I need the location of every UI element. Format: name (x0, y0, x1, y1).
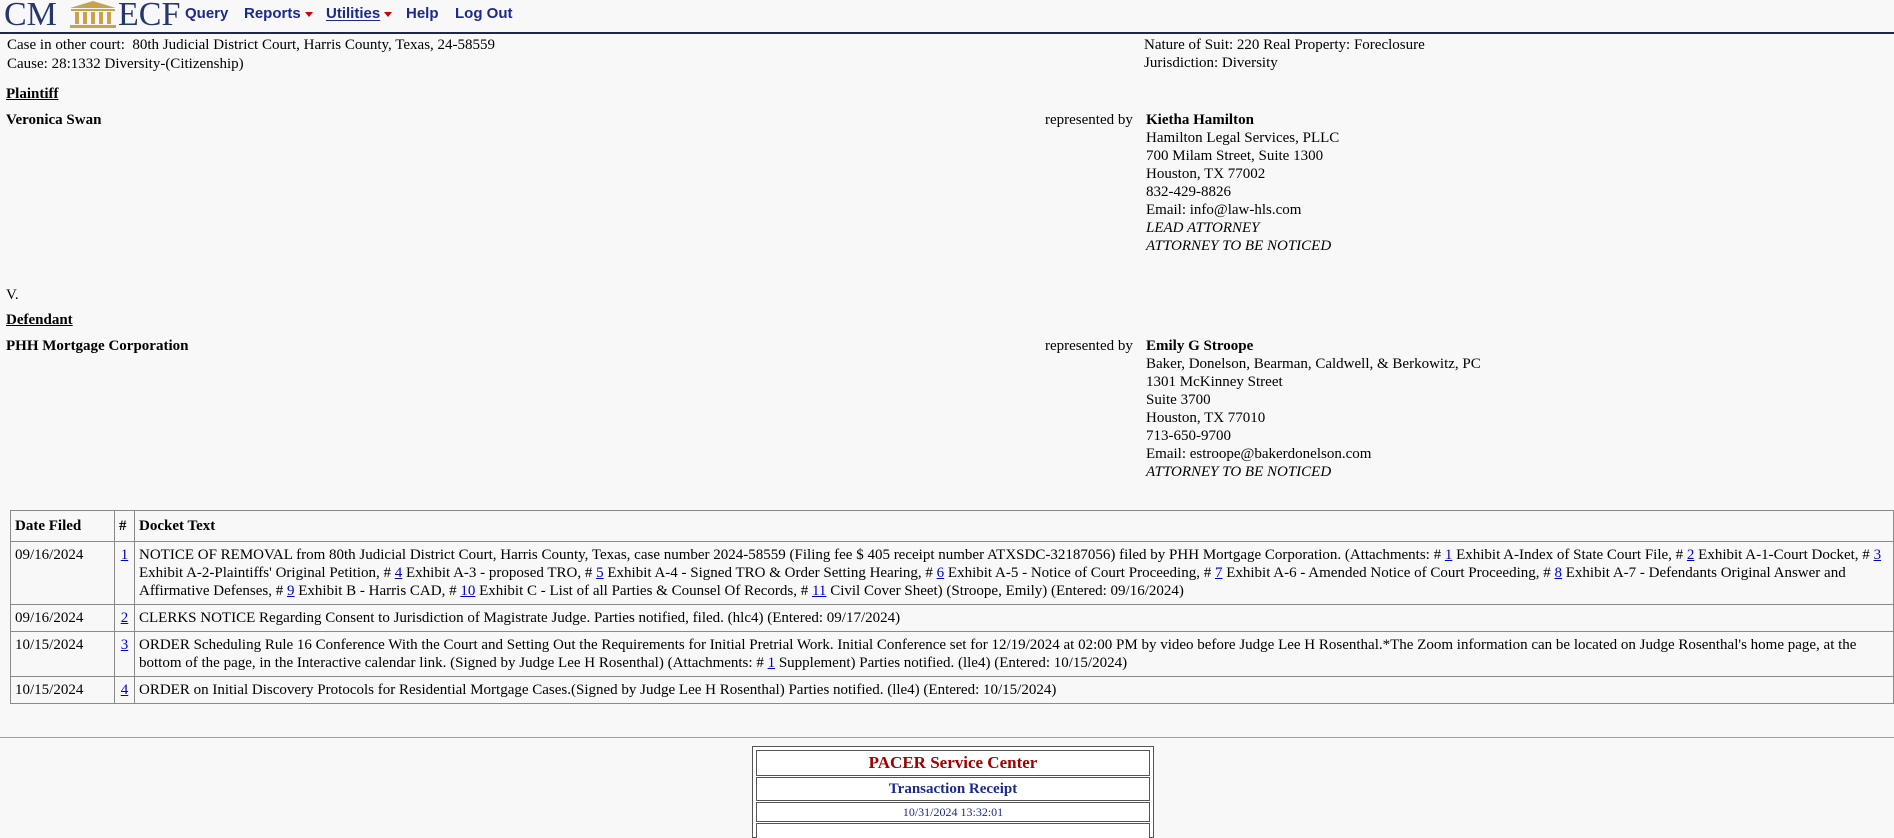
docket-text-segment: Exhibit A-1-Court Docket, # (1694, 547, 1874, 563)
menu-utilities[interactable]: Utilities (326, 5, 393, 23)
logo-text-cm: CM (4, 0, 57, 33)
receipt-timestamp: 10/31/2024 13:32:01 (756, 802, 1150, 822)
docket-number-cell: 1 (114, 541, 135, 605)
defendant-represented-by: represented by (1045, 338, 1133, 354)
docket-text-segment: Civil Cover Sheet) (Stroope, Emily) (Ent… (826, 583, 1184, 599)
docket-text: NOTICE OF REMOVAL from 80th Judicial Dis… (134, 541, 1894, 605)
attachment-link[interactable]: 8 (1555, 565, 1563, 581)
attachment-link[interactable]: 10 (460, 583, 475, 599)
defendant-name: PHH Mortgage Corporation (6, 338, 189, 354)
docket-table: Date Filed # Docket Text 09/16/2024 1 NOTI… (10, 510, 1894, 704)
courthouse-column-icon (70, 1, 116, 28)
dropdown-caret-icon (384, 11, 393, 17)
horizontal-rule (0, 737, 1894, 738)
nature-of-suit: Nature of Suit: 220 Real Property: Forec… (1144, 37, 1425, 53)
receipt-row (756, 823, 1150, 838)
attorney-line: Houston, TX 77010 (1146, 410, 1266, 426)
attorney-line: 713-650-9700 (1146, 428, 1231, 444)
attachment-link[interactable]: 9 (287, 583, 295, 599)
attorney-line: 1301 McKinney Street (1146, 374, 1283, 390)
docket-text-segment: CLERKS NOTICE Regarding Consent to Juris… (139, 610, 901, 626)
docket-text-segment: Exhibit A-5 - Notice of Court Proceeding… (944, 565, 1215, 581)
docket-date: 09/16/2024 (10, 604, 115, 632)
header-date-filed: Date Filed (10, 510, 115, 542)
case-cause: Cause: 28:1332 Diversity-(Citizenship) (7, 56, 244, 72)
attachment-link[interactable]: 3 (1874, 547, 1882, 563)
docket-number-cell: 2 (114, 604, 135, 632)
attorney-line: Baker, Donelson, Bearman, Caldwell, & Be… (1146, 356, 1481, 372)
docket-row: 10/15/2024 4 ORDER on Initial Discovery Pr… (10, 676, 1894, 704)
defendant-attorney-block: Emily G Stroope Baker, Donelson, Bearman… (1146, 337, 1481, 481)
docket-entry-link[interactable]: 1 (121, 547, 129, 563)
docket-row: 10/15/2024 3 ORDER Scheduling Rule 16 Conf… (10, 631, 1894, 677)
case-other-court: Case in other court: 80th Judicial Distr… (7, 36, 495, 54)
docket-text-segment: Exhibit A-2-Plaintiffs' Original Petitio… (139, 565, 395, 581)
receipt-subtitle: Transaction Receipt (756, 777, 1150, 801)
menu-query[interactable]: Query (185, 5, 228, 23)
attorney-line: Houston, TX 77002 (1146, 166, 1266, 182)
docket-row: 09/16/2024 1 NOTICE OF REMOVAL from 80th J… (10, 541, 1894, 605)
docket-text: ORDER Scheduling Rule 16 Conference With… (134, 631, 1894, 677)
defendant-attorney-name: Emily G Stroope (1146, 338, 1254, 354)
menu-utilities-label: Utilities (326, 5, 381, 22)
jurisdiction: Jurisdiction: Diversity (1144, 55, 1278, 71)
docket-entry-link[interactable]: 3 (121, 637, 129, 653)
plaintiff-attorney-name: Kietha Hamilton (1146, 112, 1254, 128)
attorney-email: Email: info@law-hls.com (1146, 202, 1302, 218)
docket-entry-link[interactable]: 2 (121, 610, 129, 626)
menu-reports[interactable]: Reports (244, 5, 313, 23)
attorney-line: Hamilton Legal Services, PLLC (1146, 130, 1340, 146)
docket-text-segment: Exhibit C - List of all Parties & Counse… (475, 583, 812, 599)
docket-date: 10/15/2024 (10, 676, 115, 704)
other-court-value: 80th Judicial District Court, Harris Cou… (132, 37, 496, 53)
attachment-link[interactable]: 5 (596, 565, 604, 581)
dropdown-caret-icon (304, 11, 313, 17)
other-court-label: Case in other court: (7, 37, 125, 53)
attachment-link[interactable]: 11 (812, 583, 826, 599)
attorney-line: Suite 3700 (1146, 392, 1211, 408)
docket-text: ORDER on Initial Discovery Protocols for… (134, 676, 1894, 704)
docket-number-cell: 4 (114, 676, 135, 704)
menu-help[interactable]: Help (406, 5, 439, 23)
docket-body: 09/16/2024 1 NOTICE OF REMOVAL from 80th J… (10, 541, 1894, 704)
attorney-line: 832-429-8826 (1146, 184, 1231, 200)
docket-text-segment: Exhibit A-3 - proposed TRO, # (402, 565, 597, 581)
docket-header-row: Date Filed # Docket Text (10, 510, 1894, 542)
menu-reports-label: Reports (244, 5, 301, 22)
attorney-line: 700 Milam Street, Suite 1300 (1146, 148, 1324, 164)
docket-text-segment: Supplement) Parties notified. (lle4) (En… (775, 655, 1128, 671)
docket-text-segment: ORDER on Initial Discovery Protocols for… (139, 682, 1057, 698)
attorney-email: Email: estroope@bakerdonelson.com (1146, 446, 1372, 462)
docket-text-segment: Exhibit A-4 - Signed TRO & Order Setting… (603, 565, 937, 581)
docket-text: CLERKS NOTICE Regarding Consent to Juris… (134, 604, 1894, 632)
pacer-receipt: PACER Service Center Transaction Receipt… (752, 746, 1154, 838)
logo-text-ecf: ECF (118, 0, 181, 33)
plaintiff-heading: Plaintiff (6, 86, 59, 102)
defendant-heading: Defendant (6, 312, 73, 328)
docket-number-cell: 3 (114, 631, 135, 677)
attorney-note: ATTORNEY TO BE NOTICED (1146, 464, 1332, 480)
docket-text-segment: NOTICE OF REMOVAL from 80th Judicial Dis… (139, 547, 1445, 563)
docket-date: 10/15/2024 (10, 631, 115, 677)
header-number: # (114, 510, 135, 542)
docket-text-segment: Exhibit A-6 - Amended Notice of Court Pr… (1222, 565, 1555, 581)
docket-row: 09/16/2024 2 CLERKS NOTICE Regarding Conse… (10, 604, 1894, 632)
plaintiff-represented-by: represented by (1045, 112, 1133, 128)
docket-entry-link[interactable]: 4 (121, 682, 129, 698)
menu-log-out[interactable]: Log Out (455, 5, 512, 23)
attachment-link[interactable]: 1 (768, 655, 776, 671)
header-docket-text: Docket Text (134, 510, 1894, 542)
receipt-title: PACER Service Center (756, 750, 1150, 776)
plaintiff-name: Veronica Swan (6, 112, 102, 128)
docket-text-segment: Exhibit B - Harris CAD, # (294, 583, 461, 599)
docket-date: 09/16/2024 (10, 541, 115, 605)
docket-text-segment: Exhibit A-Index of State Court File, # (1452, 547, 1687, 563)
attorney-note: ATTORNEY TO BE NOTICED (1146, 238, 1332, 254)
attorney-note: LEAD ATTORNEY (1146, 220, 1260, 236)
plaintiff-attorney-block: Kietha Hamilton Hamilton Legal Services,… (1146, 111, 1339, 255)
menu-bar: CM ECF Query Reports Utilities Help Log … (0, 0, 1894, 34)
versus: V. (6, 287, 19, 303)
